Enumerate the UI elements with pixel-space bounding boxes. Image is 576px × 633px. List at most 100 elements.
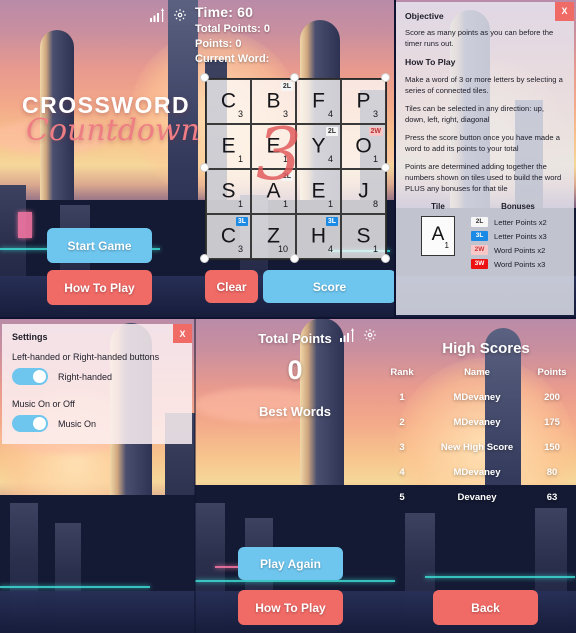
- board-cell-r2c2[interactable]: E1: [251, 124, 296, 169]
- crossword-board[interactable]: C 3 2L B 3 F 4 P 3 E 1 E 1 2L Y 4 2W O 1 S 1 2L A 1 E 1 J 8 3L C 3 Z 10 3…: [200, 73, 390, 263]
- game-logo: CROSSWORD Countdown: [22, 92, 200, 148]
- resize-handle-br[interactable]: [381, 254, 390, 263]
- board-cell-r1c1[interactable]: C3: [206, 79, 251, 124]
- cell-letter: E: [221, 134, 236, 158]
- bonus-legend-row: 3L Letter Points x3: [471, 231, 565, 242]
- neon-light: [425, 576, 575, 578]
- howto-paragraph-3: Press the score button once you have mad…: [405, 132, 560, 153]
- board-cell-r1c4[interactable]: P3: [341, 79, 386, 124]
- cell-letter: C: [220, 224, 237, 248]
- objective-text: Score as many points as you can before t…: [405, 28, 554, 49]
- board-grid[interactable]: C 3 2L B 3 F 4 P 3 E 1 E 1 2L Y 4 2W O 1 S 1 2L A 1 E 1 J 8 3L C 3 Z 10 3…: [205, 78, 387, 260]
- score-name: Devaney: [457, 492, 497, 503]
- board-cell-r4c3[interactable]: 3L H 4: [296, 214, 341, 259]
- high-scores-panel: High Scores Rank Name Points 1 MDevaney 200 2…: [378, 340, 576, 510]
- handedness-toggle[interactable]: [12, 368, 48, 385]
- resize-handle-bc[interactable]: [290, 254, 299, 263]
- cell-bonus-badge: 2L: [280, 172, 293, 181]
- high-scores-col-rank: Rank: [390, 367, 414, 378]
- hud-panel: Time: 60 Total Points: 0 Points: 0 Curre…: [195, 4, 270, 65]
- cell-bonus-badge: 2L: [325, 127, 338, 136]
- board-cell-r2c4[interactable]: 2W O 1: [341, 124, 386, 169]
- board-cell-r4c4[interactable]: S1: [341, 214, 386, 259]
- panel-divider-horizontal: [0, 317, 576, 319]
- cell-letter: S: [221, 179, 236, 203]
- board-cell-r3c1[interactable]: S1: [206, 169, 251, 214]
- score-rank: 3: [399, 442, 405, 453]
- neon-light: [18, 212, 32, 238]
- bonus-chip: 3L: [471, 231, 488, 241]
- cell-value: 1: [327, 199, 333, 209]
- cell-letter: B: [266, 89, 281, 113]
- cell-value: 10: [277, 244, 288, 254]
- signal-bars-icon[interactable]: [340, 328, 354, 347]
- resize-handle-mr[interactable]: [381, 163, 390, 172]
- board-cell-r2c3[interactable]: 2L Y 4: [296, 124, 341, 169]
- sample-tile: A 1: [421, 215, 455, 256]
- howto-paragraph-4: Points are determined adding together th…: [405, 161, 562, 193]
- status-icons: [150, 8, 187, 22]
- score-button[interactable]: Score: [263, 270, 396, 303]
- score-rank: 2: [399, 417, 405, 428]
- board-cell-r3c2[interactable]: 2L A 1: [251, 169, 296, 214]
- how-to-play-button[interactable]: How To Play: [47, 270, 152, 305]
- bonus-label: Letter Points x2: [494, 217, 547, 227]
- settings-modal: X Settings Left-handed or Right-handed b…: [2, 324, 192, 444]
- clear-button[interactable]: Clear: [205, 270, 258, 303]
- high-scores-col-points: Points: [537, 367, 567, 378]
- resize-handle-tc[interactable]: [290, 73, 299, 82]
- high-scores-row: 1 MDevaney 200: [378, 385, 576, 410]
- cell-letter: J: [358, 179, 369, 203]
- points-label: Points: 0: [195, 38, 242, 50]
- bonus-chip: 2L: [471, 217, 488, 227]
- board-cell-r3c4[interactable]: J8: [341, 169, 386, 214]
- bonus-column: Bonuses 2L Letter Points x2 3L Letter Point…: [471, 201, 565, 273]
- high-scores-row: 3 New High Score 150: [378, 435, 576, 460]
- neon-light: [0, 586, 150, 588]
- high-scores-col-name: Name: [464, 367, 490, 378]
- board-cell-r3c3[interactable]: E1: [296, 169, 341, 214]
- back-button[interactable]: Back: [433, 590, 538, 625]
- board-cell-r1c2[interactable]: 2L B 3: [251, 79, 296, 124]
- cell-value: 4: [327, 154, 333, 164]
- handedness-label: Left-handed or Right-handed buttons: [12, 352, 160, 362]
- gear-icon[interactable]: [173, 8, 187, 22]
- high-scores-row: 2 MDevaney 175: [378, 410, 576, 435]
- howtoplay-heading: How To Play: [405, 57, 456, 68]
- close-icon[interactable]: X: [173, 324, 192, 343]
- how-to-play-button-2[interactable]: How To Play: [238, 590, 343, 625]
- resize-handle-bl[interactable]: [200, 254, 209, 263]
- board-cell-r1c3[interactable]: F4: [296, 79, 341, 124]
- score-name: New High Score: [440, 442, 514, 453]
- resize-handle-tl[interactable]: [200, 73, 209, 82]
- score-points: 80: [546, 467, 558, 478]
- board-cell-r4c2[interactable]: Z 10: [251, 214, 296, 259]
- signal-bars-icon[interactable]: [150, 8, 164, 22]
- cell-letter: P: [356, 89, 371, 113]
- score-points: 175: [544, 417, 560, 428]
- resize-handle-tr[interactable]: [381, 73, 390, 82]
- cell-value: 3: [237, 109, 243, 119]
- board-cell-r2c1[interactable]: E1: [206, 124, 251, 169]
- cell-value: 4: [327, 244, 333, 254]
- board-cell-r4c1[interactable]: 3L C 3: [206, 214, 251, 259]
- toggle-knob: [33, 417, 46, 430]
- gear-icon[interactable]: [363, 328, 377, 347]
- resize-handle-ml[interactable]: [200, 163, 209, 172]
- cell-value: 4: [327, 109, 333, 119]
- score-name: MDevaney: [453, 467, 501, 478]
- handedness-value: Right-handed: [58, 371, 113, 382]
- close-icon[interactable]: X: [555, 2, 574, 21]
- start-game-button[interactable]: Start Game: [47, 228, 152, 263]
- score-rank: 4: [399, 467, 405, 478]
- bonus-rows: 2L Letter Points x2 3L Letter Points x3 2W Wo…: [471, 217, 565, 270]
- music-toggle[interactable]: [12, 415, 48, 432]
- tile-column: Tile A 1: [405, 201, 471, 273]
- panel-divider-vertical-bottom: [194, 318, 196, 633]
- score-points: 200: [544, 392, 560, 403]
- water-reflection: [0, 591, 195, 633]
- play-again-button[interactable]: Play Again: [238, 547, 343, 580]
- settings-title: Settings: [12, 332, 48, 342]
- best-words-heading: Best Words: [259, 404, 331, 419]
- howto-paragraph-2: Tiles can be selected in any direction: …: [405, 103, 545, 124]
